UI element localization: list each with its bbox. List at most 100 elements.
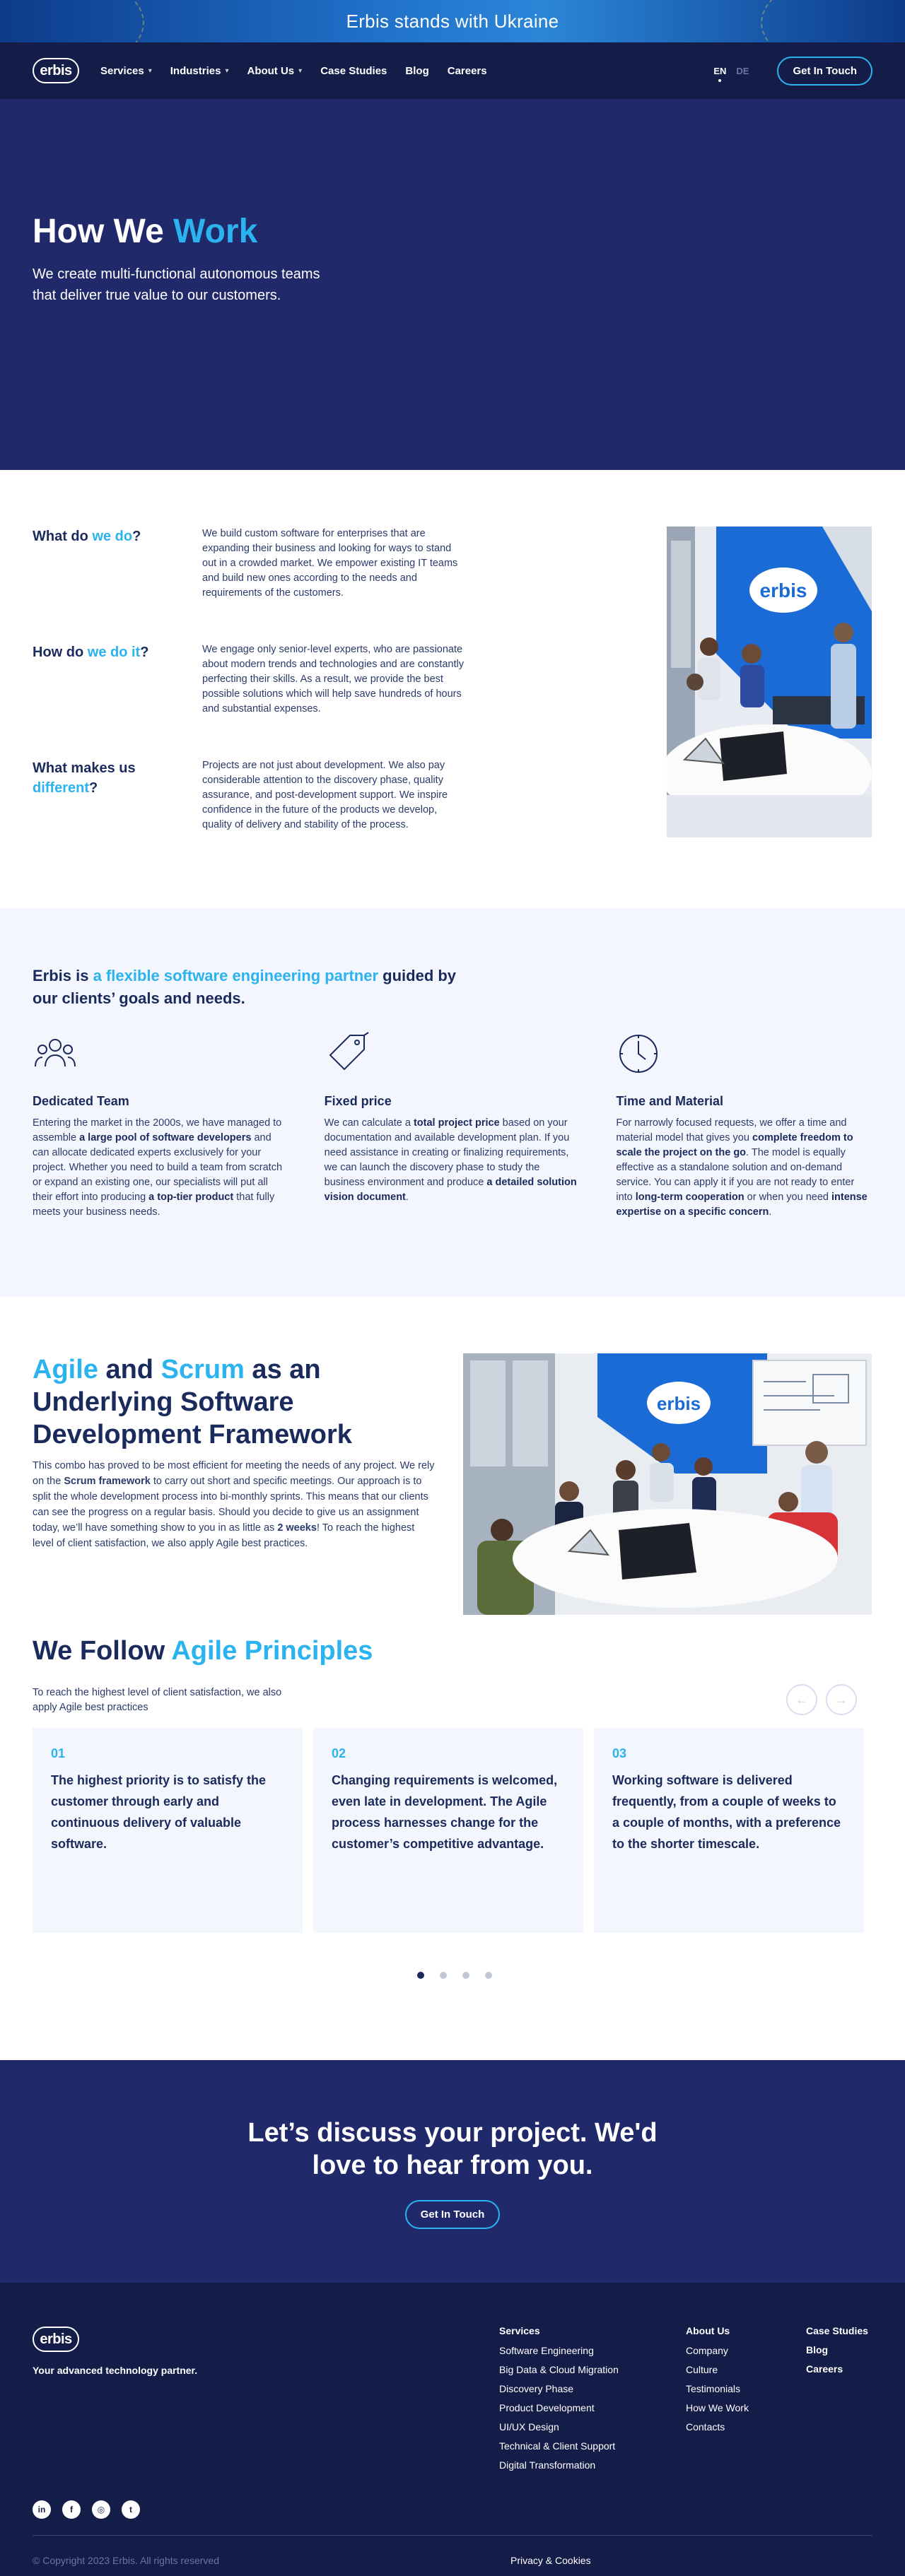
carousel-dot[interactable] — [462, 1972, 469, 1979]
footer-link[interactable]: How We Work — [686, 2402, 749, 2413]
chevron-down-icon: ▾ — [225, 66, 229, 75]
erbis-logo[interactable]: erbis — [33, 58, 79, 83]
footer-link[interactable]: Big Data & Cloud Migration — [499, 2364, 619, 2375]
get-in-touch-button[interactable]: Get In Touch — [777, 56, 872, 86]
team-photo: erbis — [667, 527, 872, 837]
footer-link[interactable]: Testimonials — [686, 2383, 749, 2394]
principle-number: 02 — [332, 1746, 346, 1760]
footer-link[interactable]: Case Studies — [806, 2325, 868, 2336]
cta-section: Let’s discuss your project. We'd love to… — [0, 2060, 905, 2283]
footer-divider — [33, 2535, 872, 2536]
chevron-down-icon: ▾ — [148, 66, 152, 75]
footer-link[interactable]: Software Engineering — [499, 2345, 619, 2356]
principle-card: 03 Working software is delivered frequen… — [594, 1728, 864, 1933]
lang-en[interactable]: EN — [713, 66, 726, 76]
what-section: What do we do? We build custom software … — [0, 470, 905, 908]
nav-about-us[interactable]: About Us ▾ — [247, 65, 302, 77]
principle-number: 01 — [51, 1746, 66, 1760]
price-tag-icon — [329, 1032, 369, 1071]
footer-link[interactable]: Contacts — [686, 2421, 749, 2433]
principle-text: The highest priority is to satisfy the c… — [51, 1773, 267, 1851]
qa-body: We build custom software for enterprises… — [202, 528, 458, 599]
model-title: Dedicated Team — [33, 1094, 129, 1108]
nav-case-studies[interactable]: Case Studies — [320, 65, 387, 77]
footer-tagline: Your advanced technology partner. — [33, 2365, 198, 2376]
carousel-prev-button[interactable]: ← — [786, 1684, 817, 1715]
qa-title: What do we do? — [33, 529, 141, 544]
qa-body: Projects are not just about development.… — [202, 760, 448, 830]
model-title: Time and Material — [616, 1094, 724, 1108]
footer-about: About Us Company Culture Testimonials Ho… — [686, 2325, 749, 2440]
model-desc: Entering the market in the 2000s, we hav… — [33, 1117, 283, 1218]
nav-right: EN DE Get In Touch — [713, 56, 872, 86]
partner-heading: Erbis is a flexible software engineering… — [33, 967, 457, 1007]
principles-heading: We Follow Agile Principles — [33, 1636, 373, 1666]
principle-text: Changing requirements is welcomed, even … — [332, 1773, 558, 1851]
svg-text:erbis: erbis — [760, 580, 807, 601]
footer-link[interactable]: Digital Transformation — [499, 2459, 619, 2471]
principle-card: 01 The highest priority is to satisfy th… — [33, 1728, 303, 1933]
social-links: in f ◎ t — [33, 2500, 140, 2519]
footer-extra: Case Studies Blog Careers — [806, 2325, 868, 2382]
chevron-down-icon: ▾ — [298, 66, 303, 75]
twitter-icon[interactable]: t — [122, 2500, 140, 2519]
principle-number: 03 — [612, 1746, 627, 1760]
footer-link[interactable]: Discovery Phase — [499, 2383, 619, 2394]
footer-col-title[interactable]: About Us — [686, 2325, 749, 2336]
carousel-next-button[interactable]: → — [826, 1684, 857, 1715]
footer-link[interactable]: Company — [686, 2345, 749, 2356]
model-dedicated-team: Dedicated Team Entering the market in th… — [33, 1031, 289, 1220]
footer-col-title[interactable]: Services — [499, 2325, 619, 2336]
footer-link[interactable]: Blog — [806, 2344, 868, 2356]
carousel-dot[interactable] — [485, 1972, 492, 1979]
cta-get-in-touch-button[interactable]: Get In Touch — [404, 2200, 501, 2229]
principles-subtitle: To reach the highest level of client sat… — [33, 1687, 282, 1713]
arrow-right-icon: → — [835, 1692, 848, 1707]
principles-section: We Follow Agile Principles To reach the … — [0, 1636, 905, 2060]
carousel-dot[interactable] — [417, 1972, 424, 1979]
principle-text: Working software is delivered frequently… — [612, 1773, 841, 1851]
team-icon — [35, 1039, 76, 1067]
nav-industries[interactable]: Industries ▾ — [170, 65, 229, 77]
nav-blog[interactable]: Blog — [405, 65, 428, 77]
ukraine-banner[interactable]: Erbis stands with Ukraine — [0, 0, 905, 42]
carousel-dots — [417, 1972, 492, 1979]
privacy-link[interactable]: Privacy & Cookies — [510, 2555, 591, 2566]
footer-logo[interactable]: erbis — [33, 2327, 79, 2352]
qa-how: How do we do it? We engage only senior-l… — [33, 642, 471, 717]
agile-section: Agile and Scrum as an Underlying Softwar… — [0, 1297, 905, 1636]
main-nav: erbis Services ▾ Industries ▾ About Us ▾ Ca… — [0, 42, 905, 99]
footer-link[interactable]: Product Development — [499, 2402, 619, 2413]
nav-services[interactable]: Services ▾ — [100, 65, 152, 77]
qa-title: What makes us different? — [33, 760, 136, 796]
engagement-models: Dedicated Team Entering the market in th… — [33, 1031, 872, 1220]
model-title: Fixed price — [324, 1094, 392, 1108]
footer: erbis Your advanced technology partner. … — [0, 2283, 905, 2576]
carousel-dot[interactable] — [440, 1972, 447, 1979]
footer-link[interactable]: UI/UX Design — [499, 2421, 619, 2433]
clock-icon — [619, 1035, 658, 1073]
qa-body: We engage only senior-level experts, who… — [202, 644, 464, 714]
footer-link[interactable]: Careers — [806, 2363, 868, 2375]
hero: How We Work We create multi-functional a… — [0, 99, 905, 470]
model-time-material: Time and Material For narrowly focused r… — [616, 1031, 872, 1220]
model-fixed-price: Fixed price We can calculate a total pro… — [325, 1031, 581, 1220]
footer-link[interactable]: Technical & Client Support — [499, 2440, 619, 2452]
qa-what: What do we do? We build custom software … — [33, 527, 471, 601]
lang-de[interactable]: DE — [736, 66, 749, 76]
principle-card: 02 Changing requirements is welcomed, ev… — [313, 1728, 583, 1933]
linkedin-icon[interactable]: in — [33, 2500, 51, 2519]
arrow-left-icon: ← — [795, 1692, 808, 1707]
svg-text:erbis: erbis — [657, 1393, 701, 1414]
page-title: How We Work — [33, 213, 258, 250]
nav-careers[interactable]: Careers — [448, 65, 487, 77]
model-desc: We can calculate a total project price b… — [324, 1117, 577, 1203]
qa-different: What makes us different? Projects are no… — [33, 758, 471, 833]
facebook-icon[interactable]: f — [62, 2500, 81, 2519]
agile-heading: Agile and Scrum as an Underlying Softwar… — [33, 1355, 352, 1449]
instagram-icon[interactable]: ◎ — [92, 2500, 110, 2519]
footer-link[interactable]: Culture — [686, 2364, 749, 2375]
meeting-photo: erbis — [463, 1353, 872, 1615]
banner-text: Erbis stands with Ukraine — [346, 10, 559, 32]
hero-subtitle: We create multi-functional autonomous te… — [33, 266, 320, 303]
